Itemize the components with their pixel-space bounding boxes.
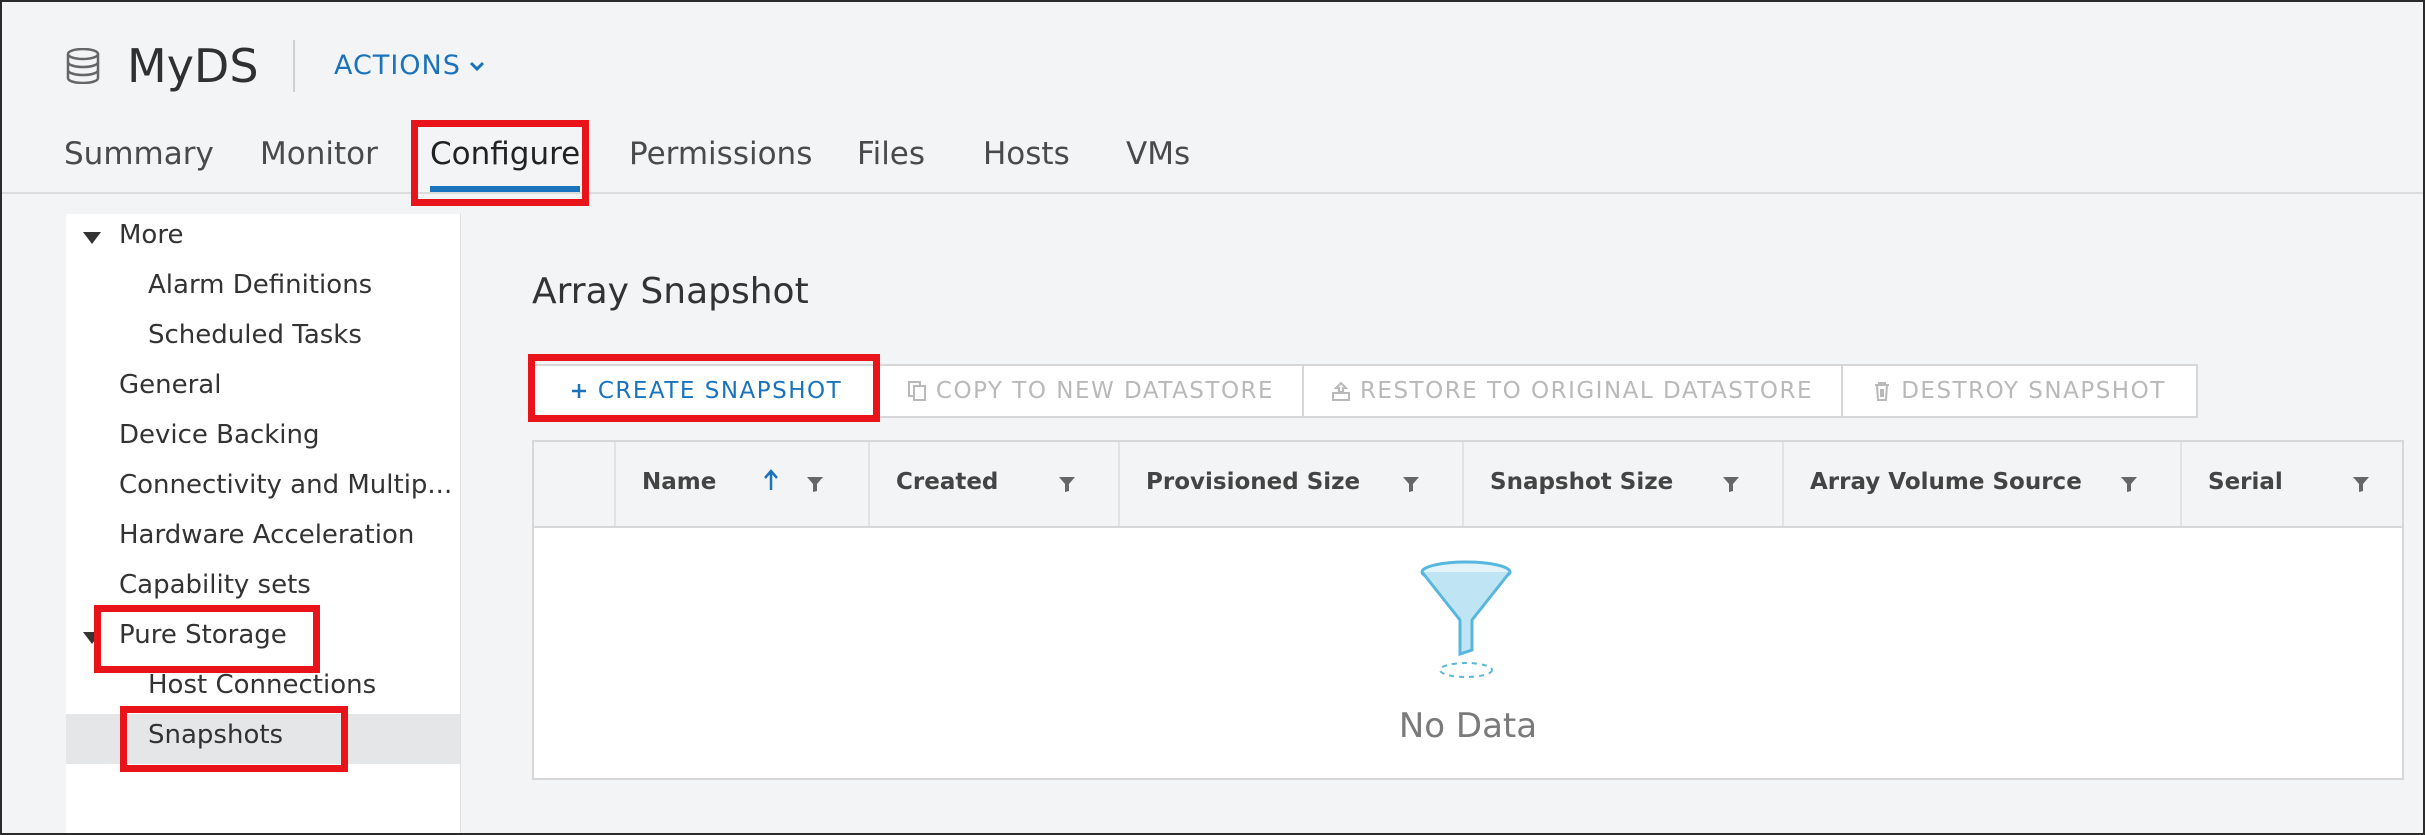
chevron-down-icon	[469, 61, 484, 72]
column-header-serial[interactable]: Serial	[2180, 442, 2402, 526]
tab-summary[interactable]: Summary	[64, 134, 214, 174]
column-header-array-volume-source[interactable]: Array Volume Source	[1782, 442, 2180, 526]
header-divider	[293, 40, 295, 92]
sidebar-item-general[interactable]: General	[119, 368, 221, 402]
restore-icon	[1331, 381, 1350, 401]
column-label-name: Name	[642, 469, 717, 495]
column-header-snapshot-size[interactable]: Snapshot Size	[1462, 442, 1782, 526]
filter-icon[interactable]	[806, 475, 824, 493]
empty-state-text: No Data	[1398, 706, 1538, 746]
highlight-box	[528, 354, 880, 422]
grid-header: Name Created Provisioned Size Snapshot S…	[534, 442, 2402, 528]
sidebar-item-connectivity[interactable]: Connectivity and Multip...	[119, 468, 452, 502]
copy-to-new-datastore-label: COPY TO NEW DATASTORE	[935, 378, 1275, 404]
column-label-provisioned-size: Provisioned Size	[1146, 469, 1361, 495]
tab-hosts[interactable]: Hosts	[983, 134, 1070, 174]
page-title: Array Snapshot	[532, 271, 809, 312]
column-label-created: Created	[896, 469, 999, 495]
actions-menu-button[interactable]: ACTIONS	[334, 48, 485, 84]
trash-icon	[1875, 382, 1890, 401]
app-frame: MyDS ACTIONS Summary Monitor Configure P…	[0, 0, 2425, 835]
caret-down-icon[interactable]	[83, 232, 101, 244]
sidebar-item-capability-sets[interactable]: Capability sets	[119, 568, 311, 602]
funnel-icon	[1420, 560, 1512, 678]
column-label-snapshot-size: Snapshot Size	[1490, 469, 1674, 495]
restore-to-original-datastore-button[interactable]: RESTORE TO ORIGINAL DATASTORE	[1304, 366, 1843, 416]
sidebar-group-more[interactable]: More	[119, 218, 183, 252]
copy-icon	[907, 381, 926, 401]
object-title: MyDS	[127, 39, 259, 93]
select-column-header[interactable]	[534, 442, 614, 526]
tab-files[interactable]: Files	[857, 134, 925, 174]
sidebar-item-scheduled-tasks[interactable]: Scheduled Tasks	[148, 318, 362, 352]
restore-to-original-datastore-label: RESTORE TO ORIGINAL DATASTORE	[1359, 378, 1814, 404]
tab-bar: Summary Monitor Configure Permissions Fi…	[2, 128, 2423, 194]
actions-label: ACTIONS	[334, 50, 461, 81]
tab-vms[interactable]: VMs	[1126, 134, 1190, 174]
filter-icon[interactable]	[1402, 475, 1420, 493]
tab-permissions[interactable]: Permissions	[629, 134, 812, 174]
column-header-created[interactable]: Created	[868, 442, 1118, 526]
column-header-provisioned-size[interactable]: Provisioned Size	[1118, 442, 1462, 526]
sidebar-item-host-connections[interactable]: Host Connections	[148, 668, 376, 702]
snapshot-grid: Name Created Provisioned Size Snapshot S…	[532, 440, 2404, 780]
filter-icon[interactable]	[1058, 475, 1076, 493]
sidebar-item-hardware-acceleration[interactable]: Hardware Acceleration	[119, 518, 414, 552]
column-label-array-volume-source: Array Volume Source	[1810, 469, 2082, 495]
datastore-icon	[66, 48, 100, 84]
destroy-snapshot-button[interactable]: DESTROY SNAPSHOT	[1843, 366, 2196, 416]
sort-ascending-icon[interactable]	[762, 468, 780, 492]
highlight-box	[120, 706, 348, 772]
destroy-snapshot-label: DESTROY SNAPSHOT	[1901, 378, 2166, 404]
filter-icon[interactable]	[2352, 475, 2370, 493]
filter-icon[interactable]	[2120, 475, 2138, 493]
tab-monitor[interactable]: Monitor	[260, 134, 378, 174]
sidebar-item-device-backing[interactable]: Device Backing	[119, 418, 320, 452]
filter-icon[interactable]	[1722, 475, 1740, 493]
column-header-name[interactable]: Name	[614, 442, 868, 526]
sidebar-item-alarm-definitions[interactable]: Alarm Definitions	[148, 268, 372, 302]
highlight-box	[411, 120, 589, 206]
column-label-serial: Serial	[2208, 469, 2283, 495]
highlight-box	[94, 605, 320, 673]
copy-to-new-datastore-button[interactable]: COPY TO NEW DATASTORE	[880, 366, 1304, 416]
